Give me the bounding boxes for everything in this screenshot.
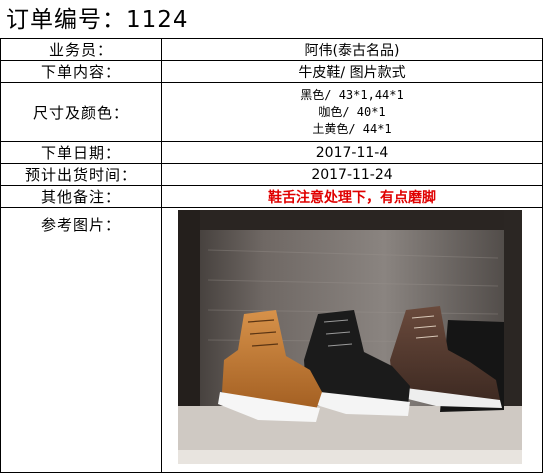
order-table: 业务员： 阿伟(泰古名品) 下单内容： 牛皮鞋/ 图片款式 尺寸及颜色： 黑色/… (0, 38, 543, 473)
row-content: 下单内容： 牛皮鞋/ 图片款式 (0, 60, 543, 83)
photo-cell (161, 207, 543, 473)
ship-date-label: 预计出货时间： (0, 163, 162, 186)
row-salesman: 业务员： 阿伟(泰古名品) (0, 38, 543, 61)
row-ship-date: 预计出货时间： 2017-11-24 (0, 163, 543, 186)
reference-photo[interactable] (178, 210, 522, 464)
order-number-title: 订单编号：1124 (6, 7, 189, 33)
size-color-value[interactable]: 黑色/ 43*1,44*1 咖色/ 40*1 土黄色/ 44*1 (161, 82, 543, 142)
salesman-value[interactable]: 阿伟(泰古名品) (161, 38, 543, 61)
content-label: 下单内容： (0, 60, 162, 83)
content-value[interactable]: 牛皮鞋/ 图片款式 (161, 60, 543, 83)
ship-date-value[interactable]: 2017-11-24 (161, 163, 543, 186)
remark-value[interactable]: 鞋舌注意处理下，有点磨脚 (161, 185, 543, 208)
order-date-label: 下单日期： (0, 141, 162, 164)
photo-label: 参考图片： (0, 207, 162, 473)
row-size-color: 尺寸及颜色： 黑色/ 43*1,44*1 咖色/ 40*1 土黄色/ 44*1 (0, 82, 543, 142)
remark-label: 其他备注： (0, 185, 162, 208)
salesman-label: 业务员： (0, 38, 162, 61)
row-photo: 参考图片： (0, 207, 543, 473)
row-remark: 其他备注： 鞋舌注意处理下，有点磨脚 (0, 185, 543, 208)
photo-shelf-edge (178, 450, 522, 464)
size-color-line-khaki: 土黄色/ 44*1 (312, 121, 392, 136)
row-order-date: 下单日期： 2017-11-4 (0, 141, 543, 164)
size-color-line-black: 黑色/ 43*1,44*1 (300, 87, 404, 102)
size-color-label: 尺寸及颜色： (0, 82, 162, 142)
size-color-line-brown: 咖色/ 40*1 (318, 104, 386, 119)
photo-shelf-top (178, 210, 522, 230)
order-date-value[interactable]: 2017-11-4 (161, 141, 543, 164)
